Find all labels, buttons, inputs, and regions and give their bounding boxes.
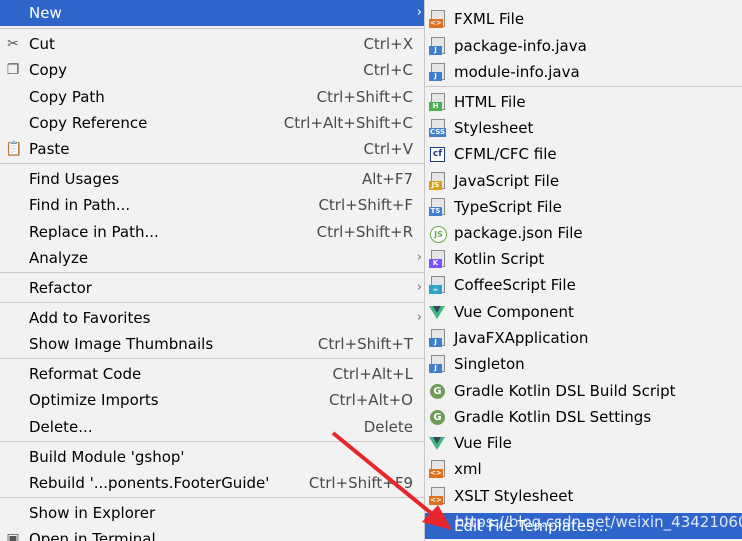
watermark-text: https://blog.csdn.net/weixin_43421060 <box>455 513 742 531</box>
annotation-arrow <box>331 431 452 530</box>
